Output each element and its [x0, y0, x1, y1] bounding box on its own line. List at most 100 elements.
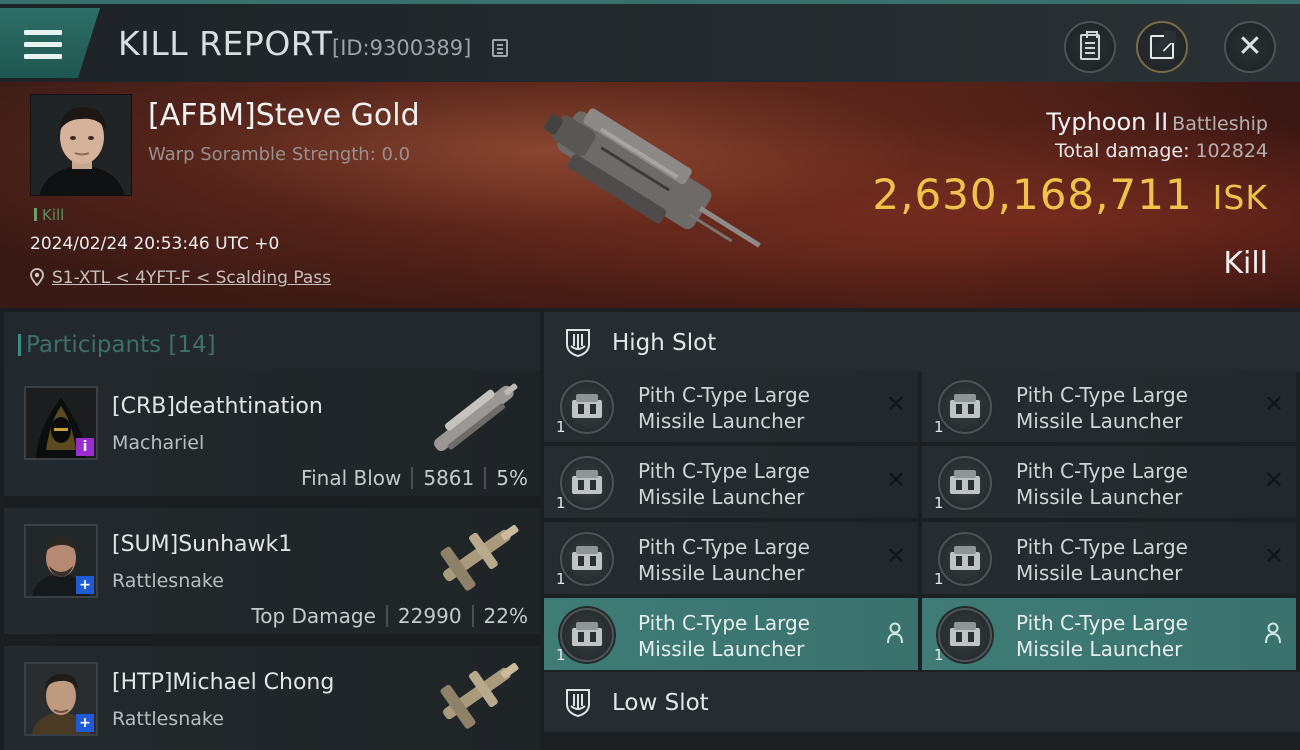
- fitting-panel[interactable]: High Slot 1 Pith C-Type Large Missile Laun…: [544, 308, 1300, 750]
- participant-ship: Rattlesnake: [112, 708, 224, 730]
- module-name-line1: Pith C-Type Large: [638, 459, 810, 483]
- faction-badge-icon: i: [76, 438, 94, 456]
- dropped-person-icon: [886, 622, 904, 644]
- clipboard-button[interactable]: [1064, 21, 1116, 73]
- participant-ship: Rattlesnake: [112, 570, 224, 592]
- participant-name[interactable]: [SUM]Sunhawk1: [112, 532, 292, 557]
- stat-percent: 5%: [496, 466, 528, 490]
- dropped-person-icon: [1264, 622, 1282, 644]
- total-damage-label: Total damage:: [1055, 140, 1190, 162]
- participants-header: Participants [14]: [4, 312, 540, 372]
- victim-avatar[interactable]: [30, 94, 132, 196]
- module-quantity: 1: [556, 570, 566, 588]
- module-name-line2: Missile Launcher: [1016, 409, 1183, 433]
- missile-launcher-icon: [936, 606, 994, 664]
- ship-name: Typhoon II: [1046, 108, 1169, 136]
- close-button[interactable]: ✕: [1224, 21, 1276, 73]
- close-icon: ✕: [1237, 29, 1263, 64]
- victim-name[interactable]: [AFBM]Steve Gold: [148, 98, 420, 133]
- module-quantity: 1: [934, 494, 944, 512]
- victim-ship-image[interactable]: [505, 96, 785, 286]
- module-quantity: 1: [934, 570, 944, 588]
- module-name-line1: Pith C-Type Large: [1016, 611, 1188, 635]
- warp-scramble-strength: Warp Soramble Strength: 0.0: [148, 144, 411, 165]
- module-name: Pith C-Type Large Missile Launcher: [1016, 610, 1246, 662]
- avatar[interactable]: +: [24, 524, 98, 598]
- module-item[interactable]: 1 Pith C-Type Large Missile Launcher: [922, 598, 1296, 670]
- participant-stats: Top Damage 22990 22%: [251, 604, 528, 628]
- participant-row[interactable]: + [HTP]Michael Chong Rattlesnake: [4, 646, 540, 750]
- avatar[interactable]: i: [24, 386, 98, 460]
- participant-stats: Final Blow 5861 5%: [301, 466, 528, 490]
- menu-icon: [24, 30, 62, 60]
- low-slot-icon: [566, 689, 590, 718]
- kill-tag: Kill: [34, 206, 64, 224]
- location-pin-icon: [30, 268, 44, 286]
- module-name-line2: Missile Launcher: [638, 637, 805, 661]
- module-item[interactable]: 1 Pith C-Type Large Missile Launcher ✕: [922, 522, 1296, 594]
- destroyed-x-icon: ✕: [885, 542, 906, 570]
- participant-name[interactable]: [CRB]deathtination: [112, 394, 323, 419]
- isk-amount: 2,630,168,711: [872, 170, 1193, 219]
- missile-launcher-icon: [936, 378, 994, 436]
- participant-name[interactable]: [HTP]Michael Chong: [112, 670, 334, 695]
- faction-badge-icon: +: [76, 576, 94, 594]
- missile-launcher-icon: [558, 606, 616, 664]
- participant-row[interactable]: i [CRB]deathtination Machariel Final Blo…: [4, 370, 540, 502]
- module-quantity: 1: [556, 418, 566, 436]
- high-slot-title: High Slot: [612, 330, 717, 356]
- stat-damage: 22990: [397, 604, 462, 628]
- destroyed-x-icon: ✕: [1263, 390, 1284, 418]
- participants-label: Participants: [26, 332, 162, 358]
- clipboard-icon: [1080, 31, 1100, 60]
- missile-launcher-icon: [558, 530, 616, 588]
- module-name-line1: Pith C-Type Large: [638, 535, 810, 559]
- low-slot-header: Low Slot: [544, 672, 1300, 732]
- copy-icon[interactable]: [492, 39, 508, 57]
- participant-ship-image: [440, 524, 519, 591]
- high-slot-header: High Slot: [544, 312, 1300, 372]
- isk-value: 2,630,168,711 ISK: [872, 170, 1268, 219]
- module-name: Pith C-Type Large Missile Launcher: [1016, 534, 1246, 586]
- destroyed-x-icon: ✕: [885, 390, 906, 418]
- module-item[interactable]: 1 Pith C-Type Large Missile Launcher: [544, 598, 918, 670]
- module-name: Pith C-Type Large Missile Launcher: [1016, 458, 1246, 510]
- participant-row[interactable]: + [SUM]Sunhawk1 Rattlesnake Top Damage 22…: [4, 508, 540, 640]
- module-name-line2: Missile Launcher: [1016, 485, 1183, 509]
- destroyed-x-icon: ✕: [885, 466, 906, 494]
- destroyed-x-icon: ✕: [1263, 466, 1284, 494]
- participant-ship-image: [440, 662, 519, 729]
- missile-launcher-icon: [558, 454, 616, 512]
- module-name: Pith C-Type Large Missile Launcher: [638, 458, 868, 510]
- module-item[interactable]: 1 Pith C-Type Large Missile Launcher ✕: [544, 446, 918, 518]
- avatar[interactable]: +: [24, 662, 98, 736]
- participants-panel[interactable]: Participants [14] i [CRB]deathtination M…: [4, 308, 540, 750]
- stat-label: Top Damage: [251, 604, 376, 628]
- share-icon: ↗: [1150, 31, 1177, 59]
- location-link[interactable]: S1-XTL < 4YFT-F < Scalding Pass: [52, 268, 331, 288]
- missile-launcher-icon: [936, 454, 994, 512]
- ship-class: Battleship: [1172, 113, 1268, 135]
- missile-launcher-icon: [558, 378, 616, 436]
- missile-launcher-icon: [936, 530, 994, 588]
- participants-count: [14]: [168, 332, 216, 358]
- participant-ship: Machariel: [112, 432, 205, 454]
- module-name-line1: Pith C-Type Large: [638, 611, 810, 635]
- module-quantity: 1: [934, 418, 944, 436]
- victim-ship[interactable]: Typhoon II Battleship: [1046, 108, 1268, 136]
- page-title: KILL REPORT: [118, 24, 333, 63]
- module-name: Pith C-Type Large Missile Launcher: [1016, 382, 1246, 434]
- total-damage-value: 102824: [1195, 140, 1268, 162]
- module-name-line2: Missile Launcher: [638, 561, 805, 585]
- module-item[interactable]: 1 Pith C-Type Large Missile Launcher ✕: [544, 370, 918, 442]
- module-quantity: 1: [556, 494, 566, 512]
- module-name-line2: Missile Launcher: [638, 485, 805, 509]
- module-item[interactable]: 1 Pith C-Type Large Missile Launcher ✕: [922, 446, 1296, 518]
- module-name: Pith C-Type Large Missile Launcher: [638, 610, 868, 662]
- stat-damage: 5861: [423, 466, 475, 490]
- menu-button[interactable]: [0, 8, 100, 78]
- share-button[interactable]: ↗: [1136, 21, 1188, 73]
- module-item[interactable]: 1 Pith C-Type Large Missile Launcher ✕: [922, 370, 1296, 442]
- isk-unit: ISK: [1212, 178, 1268, 217]
- module-item[interactable]: 1 Pith C-Type Large Missile Launcher ✕: [544, 522, 918, 594]
